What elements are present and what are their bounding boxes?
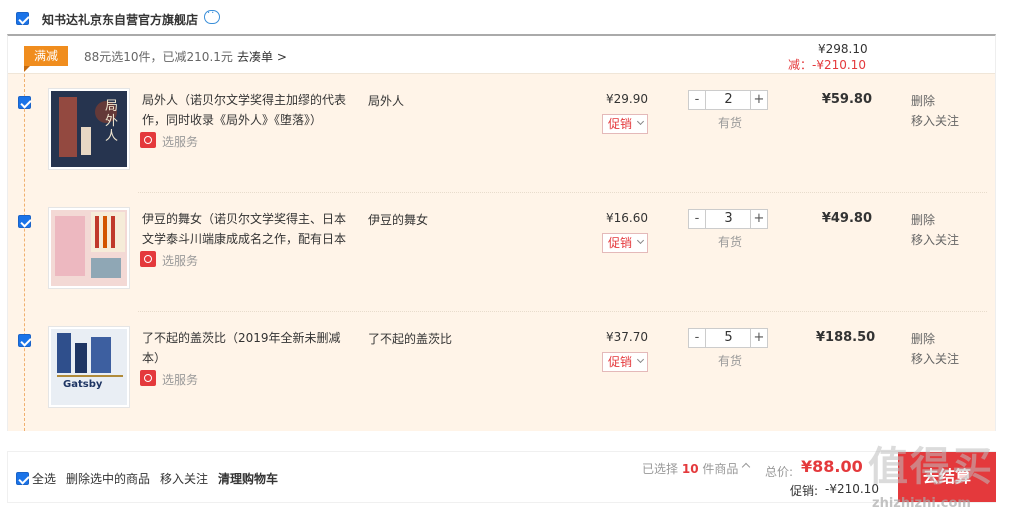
clear-cart-link[interactable]: 清理购物车	[218, 470, 278, 487]
cart-group: 满减 88元选10件，已减210.1元 去凑单 > ¥298.10 减：-¥21…	[7, 34, 996, 431]
book-cover-image: Gatsby	[51, 329, 127, 405]
select-all-label[interactable]: 全选	[32, 470, 56, 487]
service-icon	[140, 370, 156, 386]
item-subtotal: ¥188.50	[816, 330, 876, 345]
item-checkbox[interactable]	[18, 96, 31, 109]
unit-price: ¥29.90	[606, 92, 648, 106]
increase-button[interactable]: +	[750, 91, 767, 109]
book-cover-title: Gatsby	[63, 379, 103, 390]
service-label: 选服务	[162, 135, 199, 149]
selected-summary[interactable]: 已选择 10 件商品	[642, 460, 738, 477]
chat-icon[interactable]	[204, 8, 220, 24]
promo-description: 88元选10件，已减210.1元	[84, 50, 233, 64]
selected-prefix: 已选择	[642, 462, 679, 476]
decrease-button[interactable]: -	[689, 91, 706, 109]
move-to-favorites-link[interactable]: 移入关注	[160, 470, 208, 487]
delete-item-link[interactable]: 删除	[911, 92, 935, 109]
promo-dropdown[interactable]: 促销	[602, 352, 648, 372]
total-price: ¥88.00	[801, 457, 863, 476]
watermark-url: zhizhizhi.com	[872, 496, 971, 511]
stock-status: 有货	[718, 235, 743, 249]
product-property: 伊豆的舞女	[368, 213, 429, 227]
increase-button[interactable]: +	[750, 329, 767, 347]
stock-status: 有货	[718, 354, 743, 368]
promo-tag: 满减	[24, 46, 68, 72]
product-thumbnail[interactable]: 局外人	[48, 88, 130, 170]
cart-item: Gatsby 了不起的盖茨比（2019年全新未删减本） 选服务 了不起的盖茨比 …	[8, 312, 995, 431]
delete-item-link[interactable]: 删除	[911, 211, 935, 228]
promo-dropdown-label: 促销	[608, 236, 633, 250]
shop-header: 知书达礼京东自营官方旗舰店	[0, 0, 1010, 36]
item-subtotal: ¥49.80	[821, 211, 872, 226]
item-checkbox[interactable]	[18, 334, 31, 347]
items-list: 局外人 局外人（诺贝尔文学奖得主加缪的代表作，同时收录《局外人》《堕落》） 选服…	[8, 74, 995, 431]
cart-footer: 全选 删除选中的商品 移入关注 清理购物车 已选择 10 件商品 总价: ¥88…	[7, 451, 996, 503]
product-thumbnail[interactable]: Gatsby	[48, 326, 130, 408]
delete-selected-link[interactable]: 删除选中的商品	[66, 470, 150, 487]
promo-total: ¥298.10	[818, 42, 868, 56]
decrease-button[interactable]: -	[689, 210, 706, 228]
unit-price: ¥16.60	[606, 211, 648, 225]
book-cover-title: 局外人	[105, 99, 119, 144]
quantity-stepper: - 3 +	[688, 209, 768, 229]
service-icon	[140, 251, 156, 267]
product-thumbnail[interactable]	[48, 207, 130, 289]
service-label: 选服务	[162, 373, 199, 387]
move-to-favorites-link[interactable]: 移入关注	[911, 231, 959, 248]
product-title-link[interactable]: 局外人（诺贝尔文学奖得主加缪的代表作，同时收录《局外人》《堕落》）	[142, 90, 354, 130]
add-more-link[interactable]: 去凑单 >	[237, 48, 287, 65]
watermark-logo: 值得买	[868, 444, 994, 490]
service-icon	[140, 132, 156, 148]
promo-row: 满减 88元选10件，已减210.1元 去凑单 > ¥298.10 减：-¥21…	[8, 36, 995, 74]
cart-item: 局外人 局外人（诺贝尔文学奖得主加缪的代表作，同时收录《局外人》《堕落》） 选服…	[8, 74, 995, 193]
cart-item: 伊豆的舞女（诺贝尔文学奖得主、日本文学泰斗川端康成成名之作，配有日本 选服务 伊…	[8, 193, 995, 312]
move-to-favorites-link[interactable]: 移入关注	[911, 112, 959, 129]
watermark: 值得买 zhizhizhi.com	[862, 430, 1002, 520]
product-title-link[interactable]: 了不起的盖茨比（2019年全新未删减本）	[142, 328, 354, 368]
promo-discount: 减：-¥210.10	[788, 58, 866, 72]
selected-suffix: 件商品	[702, 462, 739, 476]
select-all-checkbox[interactable]	[16, 472, 29, 485]
item-checkbox[interactable]	[18, 215, 31, 228]
total-label: 总价:	[765, 465, 794, 479]
chevron-down-icon	[636, 117, 645, 126]
book-cover-image	[51, 210, 127, 286]
item-subtotal: ¥59.80	[821, 92, 872, 107]
quantity-input[interactable]: 3	[707, 210, 750, 228]
quantity-input[interactable]: 2	[707, 91, 750, 109]
decrease-button[interactable]: -	[689, 329, 706, 347]
move-to-favorites-link[interactable]: 移入关注	[911, 350, 959, 367]
quantity-stepper: - 5 +	[688, 328, 768, 348]
quantity-input[interactable]: 5	[707, 329, 750, 347]
discount-label: 促销:	[790, 484, 819, 498]
service-label: 选服务	[162, 254, 199, 268]
promo-dropdown[interactable]: 促销	[602, 233, 648, 253]
unit-price: ¥37.70	[606, 330, 648, 344]
shop-checkbox[interactable]	[16, 12, 29, 25]
selected-count: 10	[681, 462, 699, 476]
shop-name-link[interactable]: 知书达礼京东自营官方旗舰店	[42, 11, 198, 28]
book-cover-image: 局外人	[51, 91, 127, 167]
quantity-stepper: - 2 +	[688, 90, 768, 110]
increase-button[interactable]: +	[750, 210, 767, 228]
promo-dropdown-label: 促销	[608, 117, 633, 131]
delete-item-link[interactable]: 删除	[911, 330, 935, 347]
chevron-down-icon	[636, 236, 645, 245]
stock-status: 有货	[718, 116, 743, 130]
product-title-link[interactable]: 伊豆的舞女（诺贝尔文学奖得主、日本文学泰斗川端康成成名之作，配有日本	[142, 209, 354, 249]
product-property: 了不起的盖茨比	[368, 332, 453, 346]
promo-dropdown-label: 促销	[608, 355, 633, 369]
promo-dropdown[interactable]: 促销	[602, 114, 648, 134]
chevron-up-icon[interactable]	[741, 462, 751, 472]
product-property: 局外人	[368, 94, 405, 108]
chevron-down-icon	[636, 355, 645, 364]
